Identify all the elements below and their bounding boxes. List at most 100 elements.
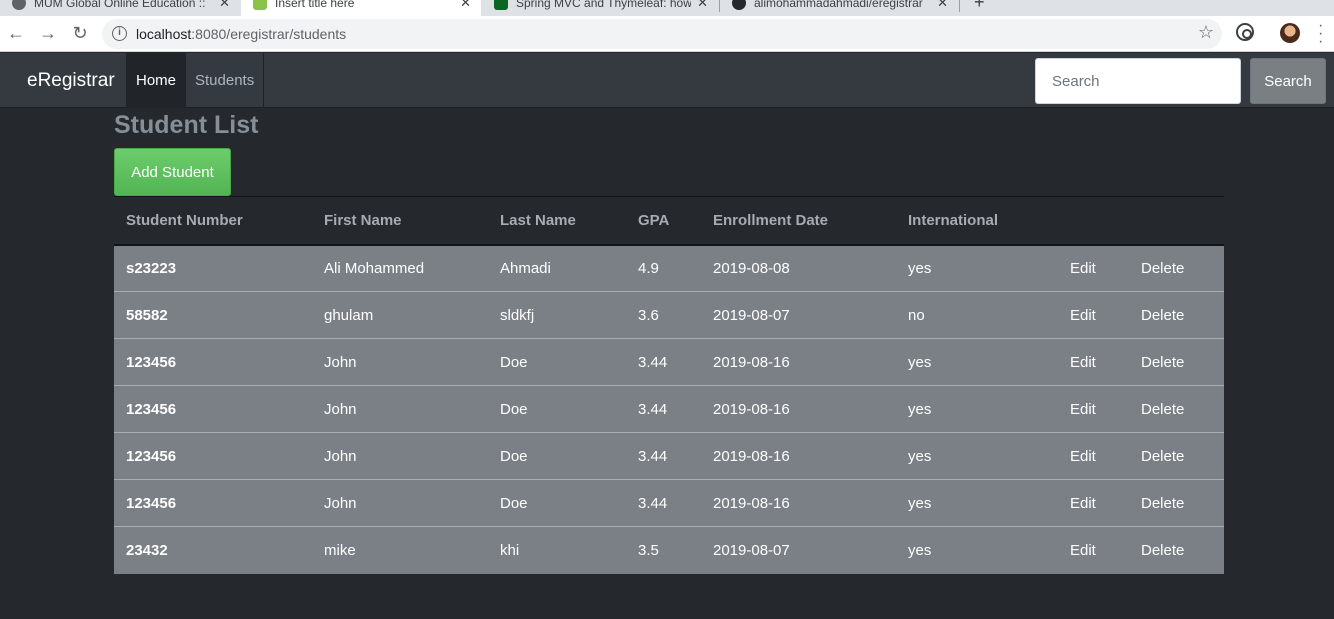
cell-gpa: 3.44 <box>626 338 701 386</box>
table-row: 123456 John Doe 3.44 2019-08-16 yes Edit Delete <box>114 432 1224 480</box>
extension-icon[interactable] <box>1236 23 1254 41</box>
cell-last-name: Doe <box>488 432 626 480</box>
header-last-name: Last Name <box>488 196 626 246</box>
delete-link[interactable]: Delete <box>1141 401 1184 418</box>
table-row: 123456 John Doe 3.44 2019-08-16 yes Edit Delete <box>114 479 1224 527</box>
edit-link[interactable]: Edit <box>1070 307 1096 324</box>
address-bar[interactable]: i localhost:8080/eregistrar/students ☆ <box>102 19 1222 49</box>
url-host: localhost <box>136 26 192 42</box>
table-row: 123456 John Doe 3.44 2019-08-16 yes Edit Delete <box>114 338 1224 386</box>
edit-link[interactable]: Edit <box>1070 354 1096 371</box>
browser-tab-3[interactable]: Spring MVC and Thymeleaf: how ✕ <box>482 0 718 16</box>
cell-international: yes <box>896 479 1058 527</box>
delete-link[interactable]: Delete <box>1141 542 1184 559</box>
close-icon[interactable]: ✕ <box>219 0 230 11</box>
delete-link[interactable]: Delete <box>1141 354 1184 371</box>
tab-title: Insert title here <box>275 0 355 10</box>
nav-item-students[interactable]: Students <box>185 53 265 108</box>
cell-student-number: 23432 <box>114 526 312 574</box>
close-icon[interactable]: ✕ <box>460 0 471 11</box>
cell-student-number: 123456 <box>114 385 312 433</box>
page-title: Student List <box>114 111 259 139</box>
cell-first-name: John <box>312 385 488 433</box>
edit-link[interactable]: Edit <box>1070 495 1096 512</box>
cell-international: yes <box>896 338 1058 386</box>
table-row: 58582 ghulam sldkfj 3.6 2019-08-07 no Edit Dele… <box>114 291 1224 339</box>
profile-avatar[interactable] <box>1280 23 1300 43</box>
new-tab-icon[interactable]: + <box>974 0 985 13</box>
cell-enrollment-date: 2019-08-07 <box>701 526 896 574</box>
cell-edit: Edit <box>1058 479 1129 527</box>
cell-first-name: John <box>312 479 488 527</box>
browser-tab-4[interactable]: alimohammadahmadi/eregistrar ✕ <box>720 0 958 16</box>
header-first-name: First Name <box>312 196 488 246</box>
app-navbar: eRegistrar Home Students Search <box>0 53 1334 108</box>
cell-last-name: Doe <box>488 385 626 433</box>
close-icon[interactable]: ✕ <box>937 0 948 11</box>
cell-last-name: sldkfj <box>488 291 626 339</box>
cell-enrollment-date: 2019-08-16 <box>701 432 896 480</box>
checkmark-icon <box>494 0 508 10</box>
cell-edit: Edit <box>1058 338 1129 386</box>
header-enrollment-date: Enrollment Date <box>701 196 896 246</box>
tab-title: Spring MVC and Thymeleaf: how <box>516 0 692 10</box>
search-button[interactable]: Search <box>1250 58 1326 104</box>
cell-gpa: 3.44 <box>626 385 701 433</box>
header-edit <box>1058 196 1129 246</box>
url-text[interactable]: localhost:8080/eregistrar/students <box>136 26 346 42</box>
cell-edit: Edit <box>1058 291 1129 339</box>
close-icon[interactable]: ✕ <box>697 0 708 11</box>
edit-link[interactable]: Edit <box>1070 260 1096 277</box>
cell-edit: Edit <box>1058 432 1129 480</box>
tab-separator <box>959 0 960 12</box>
cell-international: yes <box>896 432 1058 480</box>
cell-enrollment-date: 2019-08-08 <box>713 259 790 277</box>
url-path: :8080/eregistrar/students <box>191 26 347 42</box>
cell-delete: Delete <box>1129 291 1224 339</box>
cell-delete: Delete <box>1129 432 1224 480</box>
bookmark-star-icon[interactable]: ☆ <box>1198 22 1214 43</box>
cell-delete: Delete <box>1129 338 1224 386</box>
cell-gpa: 3.44 <box>626 432 701 480</box>
add-student-button[interactable]: Add Student <box>114 148 231 196</box>
cell-student-number: s23223 <box>126 259 177 277</box>
cell-last-name: Doe <box>488 479 626 527</box>
student-table: Student Number First Name Last Name GPA … <box>114 196 1224 574</box>
nav-item-home[interactable]: Home <box>126 53 187 108</box>
forward-arrow-icon[interactable]: → <box>37 22 59 44</box>
cell-edit: Edit <box>1058 526 1129 574</box>
cell-international: no <box>896 291 1058 339</box>
delete-link[interactable]: Delete <box>1141 495 1184 512</box>
edit-link[interactable]: Edit <box>1070 448 1096 465</box>
cell-student-number: 123456 <box>114 479 312 527</box>
edit-link[interactable]: Edit <box>1070 542 1096 559</box>
edit-link[interactable]: Edit <box>1070 401 1096 418</box>
cell-first-name: ghulam <box>312 291 488 339</box>
browser-tab-2[interactable]: Insert title here ✕ <box>241 0 481 16</box>
cell-first-name: mike <box>312 526 488 574</box>
cell-gpa: 3.44 <box>626 479 701 527</box>
cell-edit: Edit <box>1058 245 1129 292</box>
info-icon[interactable]: i <box>112 26 127 41</box>
search-input[interactable] <box>1035 58 1241 104</box>
cell-gpa: 3.5 <box>626 526 701 574</box>
brand-logo[interactable]: eRegistrar <box>27 53 115 108</box>
reload-icon[interactable]: ↻ <box>69 22 91 44</box>
cell-gpa: 4.9 <box>638 259 659 277</box>
delete-link[interactable]: Delete <box>1141 448 1184 465</box>
cell-last-name: Doe <box>488 338 626 386</box>
delete-link[interactable]: Delete <box>1141 260 1184 277</box>
cell-enrollment-date: 2019-08-16 <box>701 479 896 527</box>
table-body: s23223 Ali Mohammed Ahmadi 4.9 2019-08-08 yes… <box>114 244 1224 574</box>
browser-tab-1[interactable]: MUM Global Online Education :: ✕ <box>0 0 240 16</box>
tab-title: alimohammadahmadi/eregistrar <box>754 0 923 10</box>
cell-delete: Delete <box>1129 245 1224 292</box>
tab-title: MUM Global Online Education :: <box>34 0 206 10</box>
back-arrow-icon[interactable]: ← <box>5 22 27 44</box>
cell-enrollment-date: 2019-08-16 <box>701 338 896 386</box>
menu-kebab-icon[interactable]: · · · <box>1318 18 1323 50</box>
cell-student-number: 58582 <box>114 291 312 339</box>
cell-enrollment-date: 2019-08-07 <box>701 291 896 339</box>
delete-link[interactable]: Delete <box>1141 307 1184 324</box>
table-row: 123456 John Doe 3.44 2019-08-16 yes Edit Delete <box>114 385 1224 433</box>
